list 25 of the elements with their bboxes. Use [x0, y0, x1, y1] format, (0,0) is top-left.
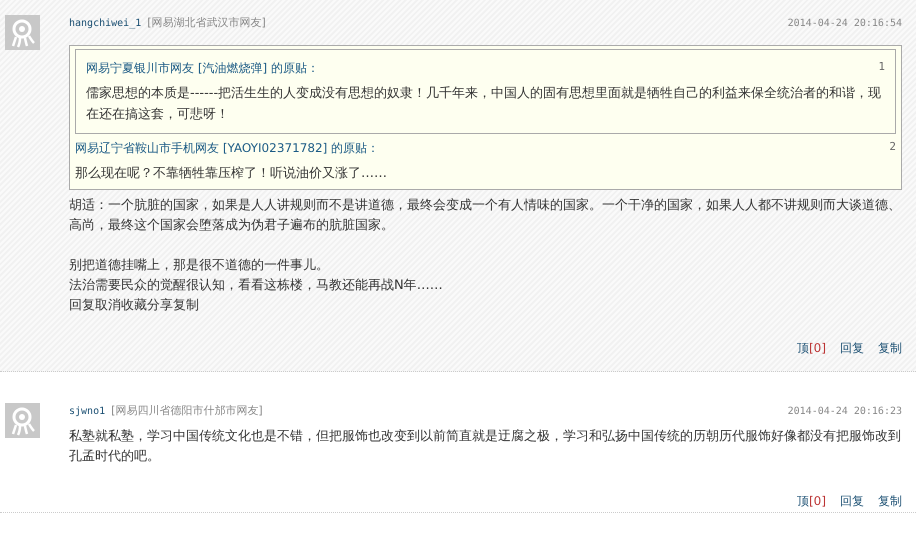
upvote-link[interactable]: 顶[0] [797, 340, 826, 357]
quote-author: 网易宁夏银川市网友 [汽油燃烧弹] 的原贴： [86, 60, 319, 77]
username[interactable]: sjwno1 [69, 406, 106, 417]
reply-link[interactable]: 回复 [840, 340, 864, 357]
quote-text: 那么现在呢？不靠牺牲靠压榨了！听说油价又涨了…… [75, 165, 388, 183]
floor-number: 1 [878, 60, 885, 75]
avatar-icon [5, 403, 40, 438]
post-time: 2014-04-24 20:16:54 [788, 18, 902, 29]
quote-text: 儒家思想的本质是------把活生生的人变成没有思想的奴隶！几千年来，中国人的固有思想里面就是牺牲自己的利益来保全统治者的和谐，现在还在搞这套，可悲呀！ [86, 85, 882, 124]
user-location: [网易四川省德阳市什邡市网友] [111, 403, 263, 418]
comment-text: 回复取消收藏分享复制 [69, 297, 200, 315]
quote-author: 网易辽宁省鞍山市手机网友 [YAOYI02371782] 的原贴： [75, 140, 380, 157]
comment-text: 胡适：一个肮脏的国家，如果是人人讲规则而不是讲道德，最终会变成一个有人情味的国家。一个干净的国家，如果人人都不讲规则而大谈道德、高尚，最终这个国家会堕落成为伪君子遍布的肮脏国家。 [69, 197, 902, 235]
copy-link[interactable]: 复制 [878, 493, 902, 510]
comment-text: 法治需要民众的觉醒很认知，看看这栋楼，马教还能再战N年…… [69, 277, 444, 295]
avatar-icon [5, 15, 40, 50]
copy-link[interactable]: 复制 [878, 340, 902, 357]
comment-text: 别把道德挂嘴上，那是很不道德的一件事儿。 [69, 257, 330, 275]
comment-text: 私塾就私塾，学习中国传统文化也是不错，但把服饰也改变到以前简直就是迂腐之极，学习和弘扬中国传统的历朝历代服饰好像都没有把服饰改到孔孟时代的吧。 [69, 428, 902, 466]
upvote-link[interactable]: 顶[0] [797, 493, 826, 510]
floor-number: 2 [889, 140, 896, 155]
reply-link[interactable]: 回复 [840, 493, 864, 510]
post-time: 2014-04-24 20:16:23 [788, 406, 902, 417]
username[interactable]: hangchiwei_1 [69, 18, 142, 29]
user-location: [网易湖北省武汉市网友] [147, 15, 266, 30]
